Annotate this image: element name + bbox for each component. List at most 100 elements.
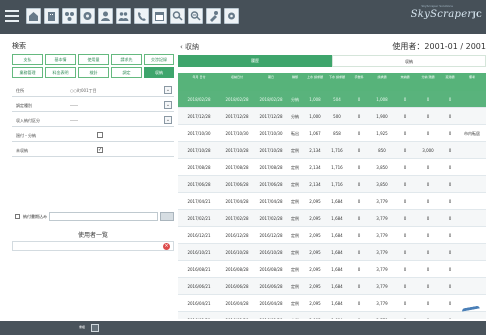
table-cell: 2016/08/21 [187, 267, 211, 272]
tab-payment[interactable]: 支払 [12, 54, 43, 65]
payment-slip-button[interactable] [160, 212, 174, 221]
table-cell: 2017/02/28 [259, 216, 283, 221]
table-cell: 0 [448, 267, 452, 272]
table-cell: 2017/10/30 [225, 131, 249, 136]
table-cell: 2017/12/28 [187, 114, 211, 119]
table-cell: 分納 [291, 97, 299, 102]
table-row[interactable]: 2016/10/21 2016/10/28 2016/10/28 定例 2,095 1,6… [178, 244, 486, 261]
table-row[interactable]: 2016/12/21 2016/12/28 2016/12/28 定例 2,095 1,6… [178, 227, 486, 244]
col-collection-date: 収納日付 [230, 75, 243, 79]
top-toolbar: SkyScraper Solutions SkyScraperJC [0, 0, 486, 34]
tab-usage[interactable]: 使用量 [78, 54, 109, 65]
table-cell: 2,095 [309, 199, 321, 204]
address-value[interactable]: ○○町001丁目 [70, 88, 97, 94]
table-cell: 0 [426, 216, 430, 221]
tab-assessment[interactable]: 調定 [111, 67, 142, 78]
tab-billing[interactable]: 請求先 [111, 54, 142, 65]
table-cell: 504 [333, 97, 341, 102]
table-row[interactable]: 2016/08/21 2016/08/28 2016/08/28 定例 2,095 1,6… [178, 261, 486, 278]
tab-meter-reading[interactable]: 検針 [78, 67, 109, 78]
home-icon[interactable] [26, 8, 41, 24]
table-cell: 3,779 [376, 267, 388, 272]
table-cell: 0 [426, 267, 430, 272]
tab-collection[interactable]: 収納 [144, 67, 174, 78]
table-cell: 2016/06/21 [187, 284, 211, 289]
table-row[interactable]: 2017/10/28 2017/10/28 2017/10/28 定例 2,134 1,7… [178, 142, 486, 159]
assessment-type-dropdown-icon[interactable]: ⌄ [164, 101, 172, 109]
col-note: 備考 [468, 75, 475, 79]
hamburger-menu-icon[interactable] [5, 10, 19, 22]
settings-icon[interactable] [224, 8, 239, 24]
gear-icon[interactable] [80, 8, 95, 24]
search-icon[interactable] [170, 8, 185, 24]
tab-collection-right[interactable]: 収納 [332, 55, 486, 67]
table-cell: 2016/06/28 [259, 284, 283, 289]
tab-negotiation[interactable]: 交渉記録 [144, 54, 174, 65]
table-cell: 0 [448, 131, 452, 136]
table-cell: 0 [357, 250, 361, 255]
table-row[interactable]: 2017/02/21 2017/02/28 2017/02/28 定例 2,095 1,6… [178, 210, 486, 227]
payment-slip-filter: 納付書期込み [12, 211, 174, 223]
table-cell: 0 [403, 131, 407, 136]
table-row[interactable]: 2017/08/28 2017/08/28 2017/08/28 定例 2,134 1,7… [178, 159, 486, 176]
zoom-icon[interactable] [188, 8, 203, 24]
table-cell: 1,684 [331, 284, 343, 289]
table-cell: 0 [426, 301, 430, 306]
calendar-icon[interactable] [152, 8, 167, 24]
table-cell: 2,095 [309, 267, 321, 272]
address-label: 住所 [16, 88, 24, 93]
phone-icon[interactable] [134, 8, 149, 24]
assessment-type-value[interactable]: ―― [70, 103, 78, 108]
overpayment-checkbox[interactable] [97, 132, 103, 138]
bottom-duplicate[interactable]: 重複 [79, 325, 85, 329]
table-row[interactable]: 2016/06/21 2016/06/28 2016/06/28 定例 2,095 1,6… [178, 278, 486, 295]
payment-slip-input[interactable] [49, 212, 158, 221]
bottom-square-button[interactable] [91, 324, 99, 332]
table-cell: 0 [426, 131, 430, 136]
tab-history[interactable]: 履歴 [178, 55, 332, 67]
payment-slip-checkbox[interactable] [15, 214, 20, 219]
table-cell: 市内転居 [464, 131, 480, 136]
col-date: 年月 日付 [192, 75, 206, 79]
tools-icon[interactable] [206, 8, 221, 24]
table-cell: 定例 [286, 318, 304, 319]
assessment-type-row: 調定種別 ―― ⌄ [12, 99, 174, 112]
payment-class-value[interactable]: ―― [70, 118, 78, 123]
table-cell: 2,095 [304, 318, 326, 319]
table-cell: 2017/10/28 [187, 148, 211, 153]
table-cell: 2016/08/28 [259, 267, 283, 272]
table-header: 年月 日付 収納日付 期日 種類 上水 請求額 下水 請求額 手数料 請求額 未… [178, 73, 486, 91]
table-cell: 0 [426, 233, 430, 238]
unpaid-checkbox[interactable]: ✓ [97, 147, 103, 153]
assessment-type-label: 調定種別 [16, 103, 32, 108]
table-cell: 858 [333, 131, 341, 136]
building-icon[interactable] [44, 8, 59, 24]
people-icon[interactable] [116, 8, 131, 24]
close-icon[interactable]: × [163, 243, 170, 250]
table-cell: 0 [403, 233, 407, 238]
table-cell: 0 [448, 216, 452, 221]
network-icon[interactable] [62, 8, 77, 24]
table-cell: 2016/10/21 [187, 250, 211, 255]
user-icon[interactable] [98, 8, 113, 24]
tab-rate-statement[interactable]: 料金表明 [45, 67, 76, 78]
payment-class-dropdown-icon[interactable]: ⌄ [164, 116, 172, 124]
table-row[interactable]: 2018/02/28 2018/02/28 2018/02/28 分納 1,008 504… [178, 91, 486, 108]
table-cell: 定例 [291, 284, 299, 289]
table-cell: 0 [448, 250, 452, 255]
table-row[interactable]: 2017/04/21 2017/04/28 2017/04/28 定例 2,095 1,6… [178, 193, 486, 210]
table-row[interactable]: 2017/10/30 2017/10/30 2017/10/30 転出 1,067 858… [178, 125, 486, 142]
table-row[interactable]: 2016/04/21 2016/04/28 2016/04/28 定例 2,095 1,6… [178, 295, 486, 312]
unpaid-row: 未収納 ✓ [12, 144, 174, 157]
address-dropdown-icon[interactable]: ⌄ [164, 86, 172, 94]
table-cell: 0 [403, 301, 407, 306]
payment-class-row: 収入納付区分 ―― ⌄ [12, 114, 174, 127]
table-cell: 2017/10/28 [259, 148, 283, 153]
table-row[interactable]: 2017/06/28 2017/06/28 2017/06/28 定例 2,134 1,7… [178, 176, 486, 193]
table-cell: 3,779 [376, 301, 388, 306]
table-row[interactable]: 2017/12/28 2017/12/28 2017/12/28 分納 1,000 500… [178, 108, 486, 125]
tab-business-management[interactable]: 業務管理 [12, 67, 43, 78]
table-row[interactable]: 2016/02/212016/02/282016/02/28定例2,0951,6… [178, 312, 486, 319]
tab-basic-info[interactable]: 基本情 [45, 54, 76, 65]
user-list-title: 使用者一覧 [77, 232, 108, 239]
